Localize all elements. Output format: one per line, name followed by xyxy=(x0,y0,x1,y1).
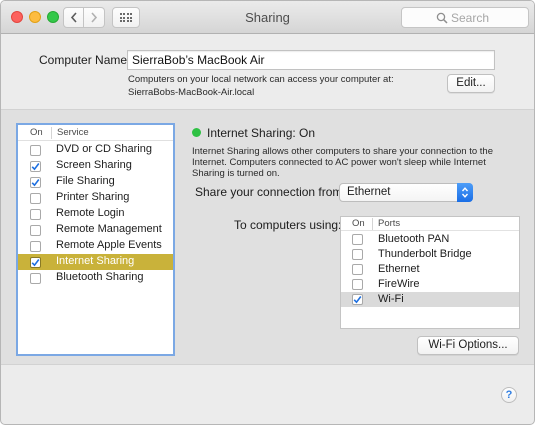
service-checkbox[interactable] xyxy=(30,257,41,268)
service-name: Internet Sharing xyxy=(56,255,135,267)
port-row[interactable]: FireWire xyxy=(341,277,519,292)
port-checkbox[interactable] xyxy=(352,294,363,305)
port-name: Wi-Fi xyxy=(378,293,404,305)
search-field[interactable]: Search xyxy=(401,7,529,28)
computer-name-desc-line: Computers on your local network can acce… xyxy=(128,74,394,85)
port-name: Bluetooth PAN xyxy=(378,233,450,245)
column-header-on[interactable]: On xyxy=(352,218,365,229)
local-hostname: SierraBobs-MacBook-Air.local xyxy=(128,87,255,98)
service-row[interactable]: File Sharing xyxy=(18,174,173,190)
port-checkbox[interactable] xyxy=(352,249,363,260)
service-row[interactable]: DVD or CD Sharing xyxy=(18,142,173,158)
port-checkbox[interactable] xyxy=(352,264,363,275)
service-checkbox[interactable] xyxy=(30,209,41,220)
port-row[interactable]: Wi-Fi xyxy=(341,292,519,307)
popup-arrows-icon xyxy=(457,183,473,202)
service-name: Bluetooth Sharing xyxy=(56,271,144,283)
service-name: Remote Apple Events xyxy=(56,239,162,251)
description-line: Internet. Computers connected to AC powe… xyxy=(192,157,486,168)
edit-hostname-button[interactable]: Edit... xyxy=(447,74,495,93)
service-name: Remote Login xyxy=(56,207,125,219)
service-checkbox[interactable] xyxy=(30,161,41,172)
description-line: Sharing is turned on. xyxy=(192,168,280,179)
share-from-popup[interactable]: Ethernet xyxy=(339,183,473,202)
service-name: Remote Management xyxy=(56,223,162,235)
column-header-on[interactable]: On xyxy=(30,127,43,138)
service-row[interactable]: Remote Apple Events xyxy=(18,238,173,254)
search-icon xyxy=(436,12,448,24)
title-bar: Sharing Search xyxy=(1,1,534,34)
service-checkbox[interactable] xyxy=(30,145,41,156)
computer-name-input[interactable] xyxy=(127,50,495,70)
service-row[interactable]: Remote Management xyxy=(18,222,173,238)
service-name: Screen Sharing xyxy=(56,159,132,171)
internet-sharing-description: Internet Sharing allows other computers … xyxy=(192,146,522,179)
ports-list[interactable]: On Ports Bluetooth PAN Thunderbolt Bridge… xyxy=(340,216,520,329)
service-name: Printer Sharing xyxy=(56,191,130,203)
service-name: DVD or CD Sharing xyxy=(56,143,152,155)
internet-sharing-status: Internet Sharing: On xyxy=(207,126,316,140)
service-checkbox[interactable] xyxy=(30,241,41,252)
column-header-ports[interactable]: Ports xyxy=(378,218,400,229)
service-row[interactable]: Printer Sharing xyxy=(18,190,173,206)
checkmark-icon xyxy=(31,163,40,171)
services-list[interactable]: On Service DVD or CD Sharing Screen Shari… xyxy=(16,123,175,356)
services-list-header: On Service xyxy=(18,125,173,141)
sharing-window: Sharing Search Computer Name: Computers … xyxy=(0,0,535,425)
service-checkbox[interactable] xyxy=(30,273,41,284)
port-row[interactable]: Thunderbolt Bridge xyxy=(341,247,519,262)
port-checkbox[interactable] xyxy=(352,234,363,245)
port-checkbox[interactable] xyxy=(352,279,363,290)
port-name: Ethernet xyxy=(378,263,420,275)
service-checkbox[interactable] xyxy=(30,177,41,188)
port-name: Thunderbolt Bridge xyxy=(378,248,472,260)
wifi-options-button[interactable]: Wi-Fi Options... xyxy=(417,336,519,355)
service-row[interactable]: Remote Login xyxy=(18,206,173,222)
column-separator xyxy=(372,218,373,230)
service-row[interactable]: Screen Sharing xyxy=(18,158,173,174)
service-row[interactable]: Bluetooth Sharing xyxy=(18,270,173,286)
service-row[interactable]: Internet Sharing xyxy=(18,254,173,270)
share-from-value: Ethernet xyxy=(347,186,391,198)
to-computers-label: To computers using: xyxy=(234,218,342,232)
ports-list-header: On Ports xyxy=(341,217,519,231)
port-row[interactable]: Ethernet xyxy=(341,262,519,277)
port-row[interactable]: Bluetooth PAN xyxy=(341,232,519,247)
search-placeholder: Search xyxy=(451,11,490,25)
port-name: FireWire xyxy=(378,278,420,290)
share-from-label: Share your connection from: xyxy=(195,185,346,199)
column-separator xyxy=(51,127,52,139)
service-checkbox[interactable] xyxy=(30,193,41,204)
help-button[interactable]: ? xyxy=(501,387,517,403)
checkmark-icon xyxy=(353,296,362,304)
service-checkbox[interactable] xyxy=(30,225,41,236)
column-header-service[interactable]: Service xyxy=(57,127,89,138)
checkmark-icon xyxy=(31,259,40,267)
description-line: Internet Sharing allows other computers … xyxy=(192,146,494,157)
computer-name-label: Computer Name: xyxy=(39,53,131,67)
service-name: File Sharing xyxy=(56,175,115,187)
checkmark-icon xyxy=(31,179,40,187)
status-indicator-icon xyxy=(192,128,201,137)
computer-name-description: Computers on your local network can acce… xyxy=(128,73,394,99)
